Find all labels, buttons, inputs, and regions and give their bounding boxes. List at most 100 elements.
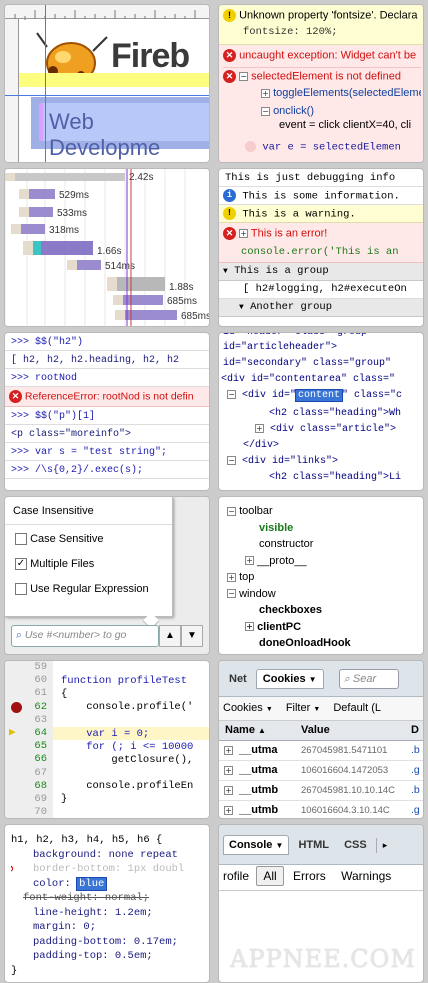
cookies-menu[interactable]: Cookies ▼ [223,702,273,714]
code-line[interactable]: 70 [5,806,209,818]
column-value[interactable]: Value [301,724,330,736]
css-property[interactable]: line-height: 1.2em; [11,906,203,921]
cookie-row[interactable]: + __utmb 106016604.3.10.14C .g [219,801,423,818]
expand-toggle[interactable]: + [224,806,233,815]
timeline-bar[interactable] [21,224,45,234]
html-line[interactable]: + <div class="article"> [219,423,423,439]
timeline-bar[interactable] [77,260,101,270]
html-node-selected[interactable]: − <div id=" content " class="c [219,389,423,407]
nested-group-header[interactable]: ▼ Another group [219,299,423,317]
filter-errors[interactable]: Errors [287,867,332,885]
dom-node[interactable]: − toolbar [227,503,415,520]
error-row[interactable]: ✕ uncaught exception: Widget can't be [223,49,421,67]
css-property[interactable]: margin: 0; [11,920,203,935]
code-line[interactable]: 64 ▶ var i = 0; [5,726,209,741]
error-row-expandable[interactable]: ✕ − selectedElement is not defined [223,67,421,87]
cookie-row[interactable]: + __utma 106016604.1472053 .g [219,761,423,781]
tab-cookies[interactable]: Cookies ▼ [255,669,324,689]
command-row[interactable]: >>> $$("h2") [5,333,209,351]
checkbox-checked[interactable]: ✓ [15,558,27,571]
timeline-bar[interactable] [29,189,55,199]
css-property[interactable]: background: none repeat [11,848,203,863]
css-property-overridden[interactable]: font-weight: normal; [11,891,203,906]
tab-net[interactable]: Net [223,670,253,688]
css-property[interactable]: padding-top: 0.5em; [11,949,203,964]
default-menu[interactable]: Default (L [333,702,381,714]
expand-toggle[interactable]: + [245,622,254,632]
option-case-sensitive[interactable]: Case Sensitive [15,533,162,558]
result-row[interactable]: <p class="moreinfo"> [5,425,209,443]
tab-html[interactable]: HTML [292,836,335,854]
line-gutter[interactable]: 69 [5,792,53,807]
css-property-editing[interactable]: color: blue [11,876,203,892]
collapse-toggle[interactable]: − [261,106,270,116]
dom-node[interactable]: + __proto__ [227,553,415,570]
disabled-icon[interactable]: ⊘ [11,863,13,877]
line-gutter[interactable]: 68 [5,779,53,793]
collapse-toggle[interactable]: − [227,506,236,516]
code-line[interactable]: 61 { [5,687,209,701]
group-header[interactable]: ▼ This is a group [219,263,423,281]
timeline-bar[interactable] [5,173,125,181]
dom-node[interactable]: + top [227,569,415,586]
warning-row[interactable]: ! Unknown property 'fontsize'. Declara f… [219,5,423,45]
command-row[interactable]: >>> $$("p")[1] [5,407,209,425]
code-line[interactable]: 62 console.profile(' [5,700,209,714]
collapse-toggle[interactable]: − [239,72,249,81]
filter-warnings[interactable]: Warnings [335,867,397,885]
expand-toggle[interactable]: + [261,88,270,98]
cookie-row[interactable]: + __utmb 267045981.10.10.14C .b [219,781,423,801]
code-line[interactable]: 60 function profileTest [5,674,209,688]
search-input[interactable]: ⌕ Use #<number> to go [11,625,159,647]
more-tabs-arrow-icon[interactable]: ▸ [375,838,394,853]
command-row[interactable]: >>> /\s{0,2}/.exec(s); [5,461,209,479]
collapse-toggle[interactable]: − [227,390,236,399]
code-line[interactable]: 65 for (; i <= 10000 [5,740,209,754]
tab-css[interactable]: CSS [338,836,373,854]
line-gutter[interactable]: 70 [5,806,53,818]
filter-menu[interactable]: Filter ▼ [286,702,320,714]
html-line[interactable]: <h2 class="heading">Li [219,471,423,487]
code-line[interactable]: 59 [5,661,209,675]
dom-property[interactable]: doneOnloadHook [227,635,415,652]
line-gutter[interactable]: 63 [5,713,53,727]
expand-toggle[interactable]: + [245,556,254,566]
html-line[interactable]: id="articleheader"> [219,341,423,357]
line-gutter[interactable]: 65 [5,740,53,754]
result-row[interactable]: [ h2, h2, h2.heading, h2, h2 [5,351,209,369]
line-gutter[interactable]: 60 [5,674,53,688]
error-row[interactable]: ✕ ReferenceError: rootNod is not defin [5,387,209,407]
line-gutter[interactable]: 66 [5,753,53,767]
code-line[interactable]: 63 [5,713,209,727]
timeline-bar[interactable] [123,295,163,305]
expand-toggle[interactable]: + [224,766,233,775]
css-value-editor[interactable]: blue [76,876,108,891]
dom-property[interactable]: checkboxes [227,602,415,619]
command-row[interactable]: >>> var s = "test string"; [5,443,209,461]
option-regex[interactable]: Use Regular Expression [15,583,162,608]
expand-toggle[interactable]: + [255,424,264,433]
search-field[interactable]: ⌕ Sear [338,669,399,690]
dom-property[interactable]: visible [227,520,415,537]
expand-toggle[interactable]: + [227,572,236,582]
collapse-toggle[interactable]: − [227,589,236,599]
html-line[interactable]: id="secondary" class="group" [219,357,423,373]
css-property-disabled[interactable]: ⊘ border-bottom: 1px doubl [11,862,203,877]
stack-frame[interactable]: + toggleElements(selectedEleme [261,87,421,105]
line-gutter[interactable]: 64 ▶ [5,726,53,741]
collapse-toggle[interactable]: − [227,456,236,465]
css-property[interactable]: padding-bottom: 0.17em; [11,935,203,950]
checkbox[interactable] [15,533,27,546]
timeline-bar[interactable] [29,207,53,217]
line-gutter[interactable]: 59 [5,661,53,675]
tab-console[interactable]: Console ▼ [223,835,290,855]
attribute-value-editing[interactable]: content [295,389,344,403]
filter-profile[interactable]: rofile [219,867,253,885]
expand-toggle[interactable]: + [224,746,233,755]
html-line[interactable]: − <div id="links"> [219,455,423,471]
next-match-button[interactable]: ▼ [181,625,203,647]
timeline-bar[interactable] [125,310,177,320]
code-line[interactable]: 67 [5,766,209,780]
line-gutter[interactable]: 67 [5,766,53,780]
column-name[interactable]: Name ▲ [225,724,266,736]
